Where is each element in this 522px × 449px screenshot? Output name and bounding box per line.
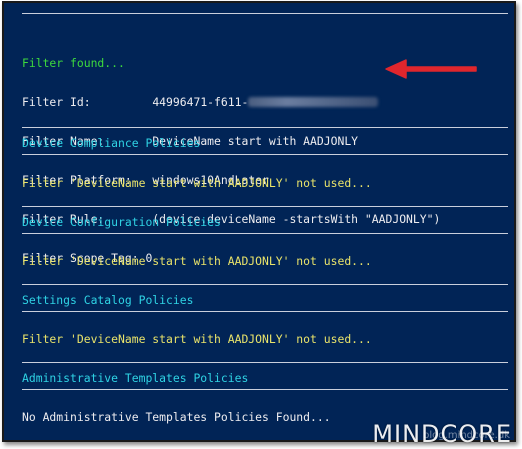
- separator-line: [22, 233, 508, 234]
- separator-line: [22, 206, 508, 207]
- redacted-id-blur: [248, 97, 379, 107]
- section-message-settings-catalog: Filter 'DeviceName start with AADJONLY' …: [22, 332, 372, 346]
- watermark-logo: MINDCORE: [372, 420, 512, 448]
- section-message-device-compliance: Filter 'DeviceName start with AADJONLY' …: [22, 176, 372, 190]
- separator-line: [22, 389, 508, 390]
- filter-id-label: Filter Id:: [22, 95, 91, 109]
- separator-line: [22, 311, 508, 312]
- section-title-device-configuration: Device Configuration Policies: [22, 215, 221, 229]
- filter-id-value: 44996471-f611-: [152, 95, 249, 109]
- arrow-left-icon: [385, 59, 477, 79]
- section-title-administrative-templates: Administrative Templates Policies: [22, 371, 249, 385]
- filter-id-line: Filter Id: 44996471-f611-: [22, 96, 510, 109]
- section-title-device-compliance: Device Compliance Policies: [22, 136, 201, 150]
- section-title-settings-catalog: Settings Catalog Policies: [22, 293, 194, 307]
- powershell-console-window: Filter found... Filter Id: 44996471-f611…: [2, 1, 516, 442]
- separator-line: [22, 284, 508, 285]
- separator-line: [22, 154, 508, 155]
- separator-line: [22, 362, 508, 363]
- separator-line: [22, 127, 508, 128]
- separator-line: [22, 13, 508, 14]
- section-message-device-configuration: Filter 'DeviceName start with AADJONLY' …: [22, 254, 372, 268]
